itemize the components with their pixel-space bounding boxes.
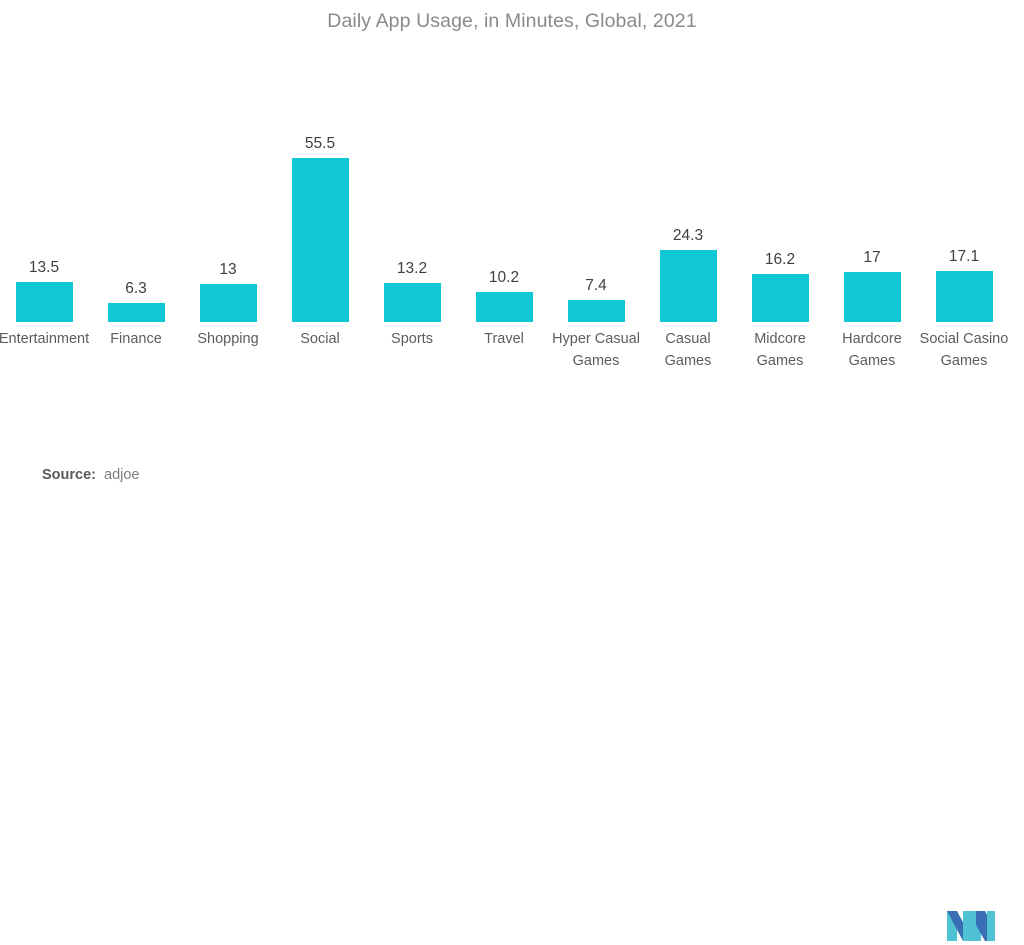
bar-column: 24.3 [642, 122, 734, 322]
bar-group: 6.3 [90, 122, 182, 322]
bar-group: 13 [182, 122, 274, 322]
bar-group: 16.2 [734, 122, 826, 322]
bar-group: 17.1 [918, 122, 1010, 322]
source-label: Source: [42, 467, 96, 483]
bar-column: 16.2 [734, 122, 826, 322]
bar-value-label: 13.2 [396, 259, 428, 277]
bar-value-label: 17.1 [948, 247, 980, 265]
category-label-hyper-casual-games: Hyper Casual Games [552, 331, 640, 369]
bar-rect[interactable] [291, 158, 349, 322]
mi-logo-icon [947, 911, 995, 941]
category-label-sports: Sports [391, 331, 433, 347]
category-label-finance: Finance [110, 331, 162, 347]
bar-column: 13.2 [366, 122, 458, 322]
bar-column: 13 [182, 122, 274, 322]
bar-group: 10.2 [458, 122, 550, 322]
category-label-travel: Travel [484, 331, 524, 347]
bar-rect[interactable] [107, 303, 165, 322]
bar-column: 17.1 [918, 122, 1010, 322]
bar-value-label: 10.2 [488, 268, 520, 286]
chart-footer: Source: adjoe [0, 455, 1024, 941]
bar-rect[interactable] [15, 282, 73, 322]
bar-column: 10.2 [458, 122, 550, 322]
category-label-hardcore-games: Hardcore Games [842, 331, 902, 369]
bar-value-label: 13 [219, 260, 237, 278]
bar-group: 13.2 [366, 122, 458, 322]
category-label-midcore-games: Midcore Games [754, 331, 806, 369]
plot-area: 13.5 6.3 13 55.5 13.2 10.2 7.4 24.3 16.2… [0, 0, 1024, 508]
category-label-shopping: Shopping [197, 331, 259, 347]
bar-group: 55.5 [274, 122, 366, 322]
bar-rect[interactable] [843, 272, 901, 322]
bar-column: 17 [826, 122, 918, 322]
chart-container: Daily App Usage, in Minutes, Global, 202… [0, 0, 1024, 941]
bar-group: 13.5 [0, 122, 90, 322]
bar-group: 24.3 [642, 122, 734, 322]
bar-value-label: 7.4 [585, 276, 607, 294]
bar-rect[interactable] [659, 250, 717, 322]
source-line: Source: adjoe [42, 467, 139, 483]
bar-column: 55.5 [274, 122, 366, 322]
bar-column: 7.4 [550, 122, 642, 322]
source-value: adjoe [104, 467, 140, 483]
bar-value-label: 24.3 [672, 226, 704, 244]
category-label-casual-games: Casual Games [664, 331, 712, 369]
bar-value-label: 13.5 [28, 258, 60, 276]
bar-column: 13.5 [0, 122, 90, 322]
bar-rect[interactable] [567, 300, 625, 322]
bar-rect[interactable] [935, 271, 993, 322]
bar-column: 6.3 [90, 122, 182, 322]
category-label-social: Social [300, 331, 340, 347]
bar-rect[interactable] [475, 292, 533, 322]
bar-value-label: 6.3 [125, 279, 147, 297]
bar-rect[interactable] [751, 274, 809, 322]
category-label-social-casino-games: Social Casino Games [919, 331, 1009, 369]
bar-value-label: 16.2 [764, 250, 796, 268]
bar-value-label: 17 [863, 248, 881, 266]
bar-rect[interactable] [383, 283, 441, 322]
bar-group: 17 [826, 122, 918, 322]
category-axis: Entertainment Finance Shopping Social Sp… [0, 322, 1024, 432]
bar-value-label: 55.5 [304, 134, 336, 152]
category-label-entertainment: Entertainment [0, 331, 90, 347]
bar-rect[interactable] [199, 284, 257, 322]
bar-group: 7.4 [550, 122, 642, 322]
